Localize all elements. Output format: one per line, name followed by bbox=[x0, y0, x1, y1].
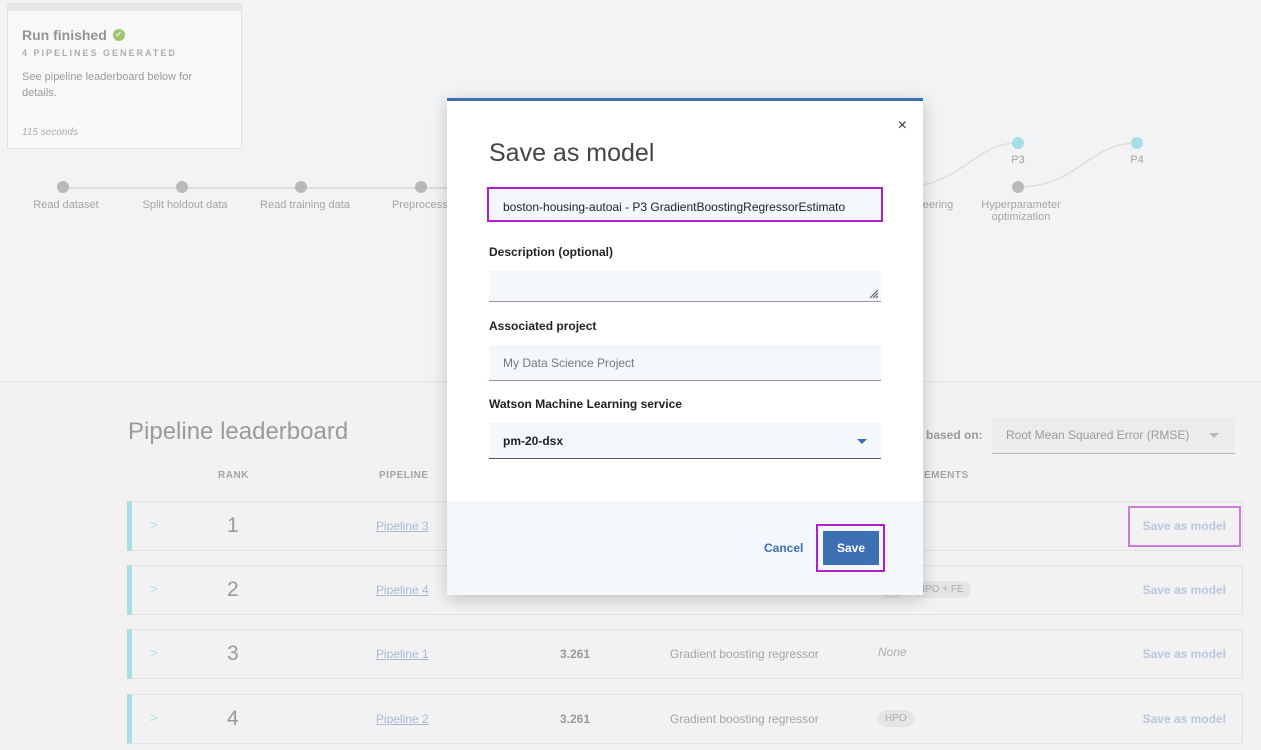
save-as-model-dialog: × Save as model boston-housing-autoai - … bbox=[447, 98, 923, 595]
wml-service-label: Watson Machine Learning service bbox=[489, 397, 682, 411]
associated-project-field[interactable]: My Data Science Project bbox=[489, 345, 881, 381]
wml-service-dropdown[interactable]: pm-20-dsx bbox=[489, 423, 881, 459]
description-textarea[interactable] bbox=[489, 271, 881, 302]
resize-handle-icon[interactable] bbox=[869, 289, 879, 299]
close-icon[interactable]: × bbox=[898, 118, 907, 134]
dialog-title: Save as model bbox=[489, 139, 655, 167]
description-label: Description (optional) bbox=[489, 245, 613, 259]
cancel-button[interactable]: Cancel bbox=[764, 541, 803, 555]
chevron-down-icon bbox=[857, 439, 867, 444]
dialog-footer: Cancel Save bbox=[447, 501, 923, 595]
save-button[interactable]: Save bbox=[823, 531, 879, 565]
associated-project-label: Associated project bbox=[489, 319, 597, 333]
model-name-input[interactable]: boston-housing-autoai - P3 GradientBoost… bbox=[489, 189, 881, 222]
wml-service-value: pm-20-dsx bbox=[503, 434, 564, 448]
